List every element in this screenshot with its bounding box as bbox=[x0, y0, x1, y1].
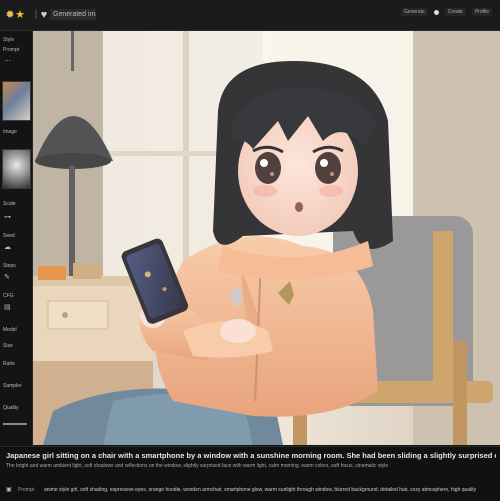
anime-girl-illustration bbox=[33, 31, 500, 445]
topbar-actions: Generate Create Profile bbox=[400, 6, 492, 18]
profile-button[interactable]: Profile bbox=[471, 8, 492, 16]
sidebar-label-seed[interactable]: Seed bbox=[3, 233, 15, 239]
cloud-icon[interactable]: ☁ bbox=[4, 243, 11, 251]
prompt-label: Prompt bbox=[18, 487, 35, 493]
dots-icon[interactable]: ⋯ bbox=[4, 57, 11, 65]
prompt-title[interactable]: Japanese girl sitting on a chair with a … bbox=[6, 451, 496, 460]
image-icon[interactable]: ▤ bbox=[4, 303, 11, 311]
sidebar-label-scale[interactable]: Scale bbox=[3, 201, 16, 207]
sidebar-label-size[interactable]: Size bbox=[3, 343, 13, 349]
sidebar-label-style[interactable]: Style bbox=[3, 37, 14, 43]
thumbnail-2[interactable] bbox=[2, 149, 31, 189]
star-icon[interactable]: ★ bbox=[14, 9, 26, 21]
sidebar-label-sampler[interactable]: Sampler bbox=[3, 383, 22, 389]
generate-button[interactable]: Generate bbox=[400, 8, 428, 16]
status-dot-icon bbox=[433, 9, 439, 15]
prompt-footer: ▣ Prompt anime style girl, soft shading,… bbox=[4, 483, 496, 497]
sidebar-label-steps[interactable]: Steps bbox=[3, 263, 16, 269]
edit-icon[interactable]: ▣ bbox=[6, 486, 12, 493]
sidebar-label-image[interactable]: Image bbox=[3, 129, 17, 135]
create-button[interactable]: Create bbox=[444, 8, 466, 16]
heart-icon[interactable]: ♥ bbox=[38, 9, 50, 21]
sidebar-label-quality[interactable]: Quality bbox=[3, 405, 19, 411]
window-title[interactable]: Generated image bbox=[50, 9, 96, 20]
generated-image[interactable] bbox=[33, 31, 500, 445]
sidebar-label-prompt[interactable]: Prompt bbox=[3, 47, 19, 53]
prompt-tags[interactable]: anime style girl, soft shading, expressi… bbox=[44, 487, 496, 493]
top-bar: ✹ ★ | ♥ Generated image Generate Create … bbox=[0, 0, 500, 31]
thumbnail-1[interactable] bbox=[2, 81, 31, 121]
left-sidebar: Style Prompt ⋯ Image Scale ⊶ Seed ☁ Step… bbox=[0, 31, 33, 446]
prompt-description[interactable]: The bright and warm ambient light, soft … bbox=[6, 463, 496, 469]
sidebar-label-cfg[interactable]: CFG bbox=[3, 293, 14, 299]
slider-icon[interactable]: ⊶ bbox=[4, 213, 11, 221]
prompt-panel: Japanese girl sitting on a chair with a … bbox=[0, 446, 500, 501]
brush-icon[interactable]: ✎ bbox=[4, 273, 10, 281]
sidebar-label-ratio[interactable]: Ratio bbox=[3, 361, 15, 367]
quality-slider[interactable] bbox=[3, 423, 27, 425]
sidebar-label-model[interactable]: Model bbox=[3, 327, 17, 333]
